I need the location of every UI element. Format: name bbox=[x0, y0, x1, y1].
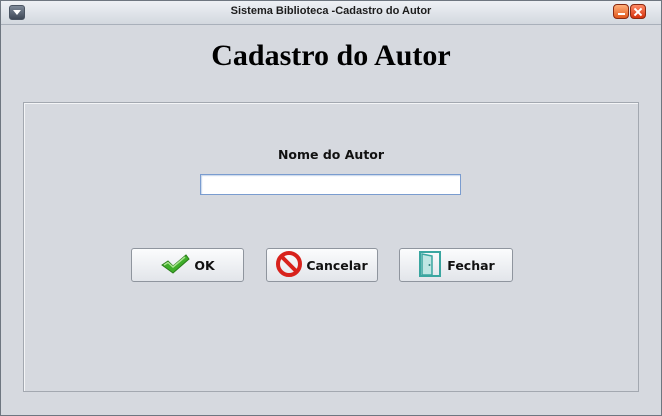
minimize-button[interactable] bbox=[613, 4, 629, 19]
ok-button[interactable]: OK bbox=[131, 248, 244, 282]
no-entry-icon bbox=[276, 250, 303, 280]
checkmark-icon bbox=[160, 253, 191, 278]
author-name-input[interactable] bbox=[200, 174, 461, 195]
author-name-label: Nome do Autor bbox=[277, 147, 385, 162]
title-bar[interactable]: Sistema Biblioteca -Cadastro do Autor bbox=[1, 1, 661, 25]
window-title: Sistema Biblioteca -Cadastro do Autor bbox=[230, 5, 432, 17]
door-icon bbox=[417, 250, 443, 281]
page-title: Cadastro do Autor bbox=[211, 39, 451, 72]
ok-button-label: OK bbox=[194, 257, 215, 273]
cancel-button-label: Cancelar bbox=[306, 257, 368, 273]
close-window-button[interactable] bbox=[630, 4, 646, 19]
close-button-label: Fechar bbox=[447, 257, 495, 273]
form-panel bbox=[23, 102, 639, 392]
app-window: Sistema Biblioteca -Cadastro do Autor Ca… bbox=[0, 0, 662, 416]
cancel-button[interactable]: Cancelar bbox=[266, 248, 378, 282]
close-button[interactable]: Fechar bbox=[399, 248, 513, 282]
